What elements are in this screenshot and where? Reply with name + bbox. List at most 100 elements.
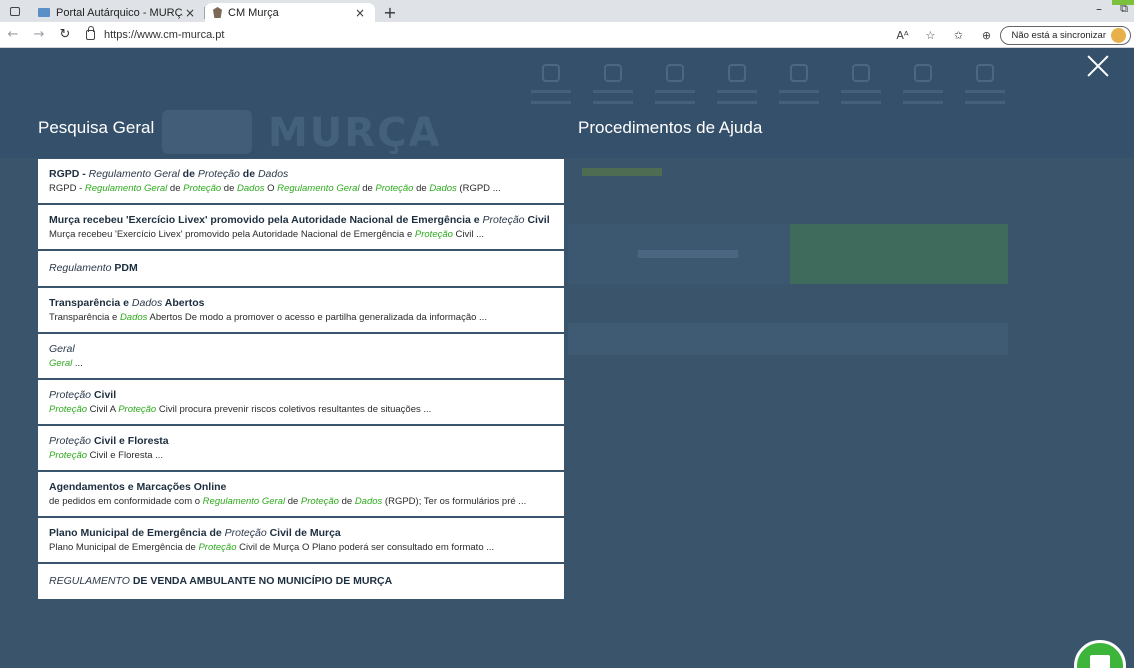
sync-label: Não está a sincronizar [1011, 29, 1106, 41]
search-result-item[interactable]: Regulamento PDM [38, 251, 564, 286]
site-header-backdrop: MURÇA [0, 48, 1134, 158]
result-snippet-segment: de pedidos em conformidade com o [49, 496, 203, 507]
result-snippet-segment: Dados [119, 312, 148, 323]
tab-title: Portal Autárquico - MURÇA [56, 6, 183, 19]
browser-address-bar: ← → ↻ https://www.cm-murca.pt Aᴬ ☆ ✩ ⊕ N… [0, 22, 1134, 48]
add-favorite-icon[interactable]: ☆ [916, 29, 944, 42]
tab-portal-autarquico[interactable]: Portal Autárquico - MURÇA × [30, 3, 205, 22]
result-snippet-segment: Civil ... [452, 229, 485, 240]
result-snippet: Proteção Civil e Floresta ... [49, 449, 553, 463]
result-title-segment: Agendamentos e Marcações Online [49, 481, 227, 493]
result-title[interactable]: Plano Municipal de Emergência de Proteçã… [49, 526, 553, 541]
result-snippet-segment: Plano Municipal de Emergência de [49, 542, 199, 553]
search-result-item[interactable]: Geral Geral ... [38, 334, 564, 378]
refresh-icon[interactable]: ↻ [52, 27, 78, 42]
tab-close-button[interactable]: × [353, 6, 367, 20]
url-field[interactable]: https://www.cm-murca.pt [86, 25, 225, 41]
result-title-segment: de [239, 168, 258, 180]
result-snippet: RGPD - Regulamento Geral de Proteção de … [49, 182, 553, 196]
back-arrow-icon[interactable]: ← [0, 27, 26, 42]
result-title[interactable]: REGULAMENTO DE VENDA AMBULANTE NO MUNICÍ… [49, 574, 553, 589]
result-snippet-segment: Regulamento Geral [277, 183, 360, 194]
search-results-list: RGPD - Regulamento Geral de Proteção de … [38, 159, 564, 668]
result-title-segment: PDM [111, 262, 138, 274]
search-result-item[interactable]: Murça recebeu 'Exercício Livex' promovid… [38, 205, 564, 249]
result-snippet: de pedidos em conformidade com o Regulam… [49, 495, 553, 509]
search-result-item[interactable]: Proteção Civil e Floresta Proteção Civil … [38, 426, 564, 470]
murca-crest-logo [162, 110, 252, 154]
result-title-segment: de [179, 168, 198, 180]
sync-button[interactable]: Não está a sincronizar [1000, 25, 1131, 45]
result-title-segment: DE VENDA AMBULANTE NO MUNICÍPIO DE MURÇA [129, 575, 393, 587]
result-snippet-segment: Dados [237, 183, 265, 194]
result-snippet-segment: Murça recebeu 'Exercício Livex' promovid… [49, 229, 415, 240]
tab-actions-icon[interactable] [0, 0, 30, 22]
forward-arrow-icon[interactable]: → [26, 27, 52, 42]
tab-title: CM Murça [228, 6, 279, 19]
result-snippet-segment: RGPD - [49, 183, 85, 194]
search-result-item[interactable]: Plano Municipal de Emergência de Proteçã… [38, 518, 564, 562]
tab-close-button[interactable]: × [183, 6, 197, 20]
search-result-item[interactable]: Agendamentos e Marcações Online de pedido… [38, 472, 564, 516]
result-snippet-segment: de [338, 496, 355, 507]
result-snippet-segment: Proteção [49, 450, 88, 461]
new-tab-button[interactable]: + [379, 3, 401, 22]
result-snippet-segment: Regulamento Geral [202, 496, 286, 507]
search-result-item[interactable]: REGULAMENTO DE VENDA AMBULANTE NO MUNICÍ… [38, 564, 564, 599]
result-title-segment: Proteção [197, 168, 240, 180]
result-snippet: Proteção Civil A Proteção Civil procura … [49, 403, 553, 417]
result-title[interactable]: Geral [49, 342, 553, 357]
result-snippet-segment: Geral [49, 358, 73, 369]
collections-icon[interactable]: ⊕ [972, 29, 1000, 42]
result-snippet-segment: Proteção [198, 542, 237, 553]
search-panel-title: Pesquisa Geral [38, 118, 155, 137]
result-snippet: Geral ... [49, 357, 553, 371]
window-minimize-button[interactable]: – [1096, 2, 1102, 16]
result-snippet-segment: Dados [429, 183, 457, 194]
result-title[interactable]: Transparência e Dados Abertos [49, 296, 553, 311]
result-snippet-segment: (RGPD); Ter os formulários pré ... [382, 496, 527, 507]
search-result-item[interactable]: RGPD - Regulamento Geral de Proteção de … [38, 159, 564, 203]
result-snippet-segment: Dados [354, 496, 383, 507]
result-title-segment: Proteção [49, 435, 92, 447]
result-title-segment: Geral [49, 343, 75, 355]
result-snippet-segment: Proteção [375, 183, 414, 194]
close-overlay-icon[interactable] [1086, 54, 1110, 78]
result-title[interactable]: Murça recebeu 'Exercício Livex' promovid… [49, 213, 553, 228]
cm-murca-favicon-icon [213, 7, 222, 18]
result-title-segment: REGULAMENTO [49, 575, 130, 587]
lock-icon [86, 25, 95, 40]
result-title-segment: Proteção [49, 389, 92, 401]
result-title[interactable]: Regulamento PDM [49, 261, 553, 276]
browser-tab-bar: Portal Autárquico - MURÇA × CM Murça × +… [0, 0, 1134, 22]
url-text: https://www.cm-murca.pt [104, 28, 225, 41]
result-title-segment: RGPD - [49, 168, 89, 180]
result-title[interactable]: Proteção Civil e Floresta [49, 434, 553, 449]
result-snippet-segment: Proteção [183, 183, 222, 194]
result-snippet-segment: de [413, 183, 430, 194]
extension-corner [1112, 0, 1134, 5]
result-snippet-segment: Civil e Floresta ... [87, 450, 164, 461]
read-aloud-icon[interactable]: Aᴬ [888, 29, 916, 42]
result-title-segment: Transparência e [49, 297, 132, 309]
result-title-segment: Civil [91, 389, 117, 401]
tab-cm-murca[interactable]: CM Murça × [205, 3, 375, 22]
result-title-segment: Civil de Murça [266, 527, 341, 539]
result-snippet-segment: O [264, 183, 278, 194]
result-title-segment: Murça recebeu 'Exercício Livex' promovid… [49, 214, 483, 226]
result-snippet-segment: Abertos De modo a promover o acesso e pa… [147, 312, 487, 323]
result-title-segment: Plano Municipal de Emergência de [49, 527, 225, 539]
portal-favicon-icon [38, 8, 50, 17]
result-title-segment: Dados [257, 168, 289, 180]
result-title[interactable]: RGPD - Regulamento Geral de Proteção de … [49, 167, 553, 182]
search-result-item[interactable]: Transparência e Dados Abertos Transparênc… [38, 288, 564, 332]
result-title-segment: Regulamento Geral [88, 168, 180, 180]
result-title[interactable]: Proteção Civil [49, 388, 553, 403]
search-result-item[interactable]: Proteção Civil Proteção Civil A Proteção … [38, 380, 564, 424]
favorites-icon[interactable]: ✩ [944, 29, 972, 42]
ghost-band [568, 224, 1008, 284]
result-title[interactable]: Agendamentos e Marcações Online [49, 480, 553, 495]
result-snippet-segment: ... [72, 358, 83, 369]
result-title-segment: Civil [524, 214, 550, 226]
result-snippet-segment: de [167, 183, 184, 194]
